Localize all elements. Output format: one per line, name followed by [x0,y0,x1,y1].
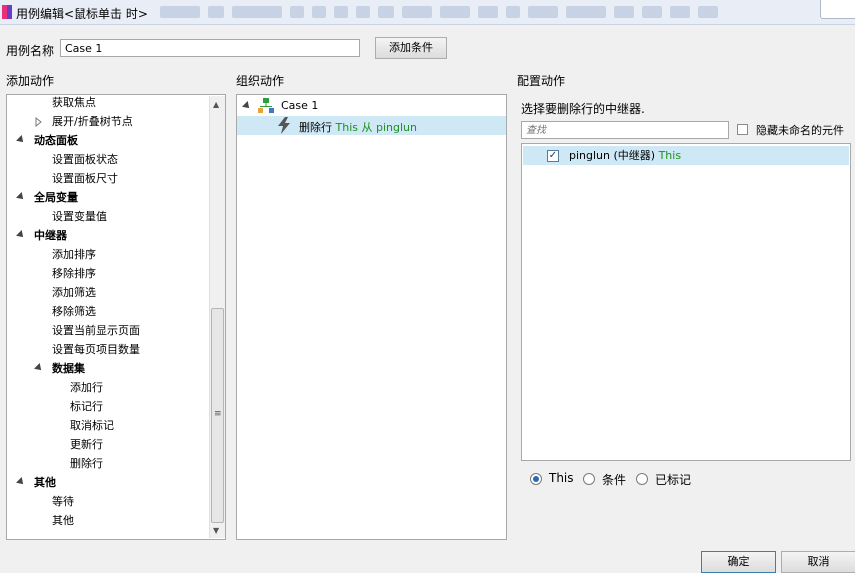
repeater-this: This [658,149,682,162]
action-label: 删除行 This 从 pinglun [299,119,417,135]
action-tree-label: 标记行 [70,400,103,413]
add-action-title: 添加动作 [6,74,55,88]
action-tree-item-delete-row[interactable]: 删除行 This 从 pinglun [237,116,506,135]
action-tree-item[interactable]: 设置面板状态 [7,150,207,169]
repeater-name: pinglun (中继器) [569,149,659,162]
action-tree-label: 设置面板状态 [52,153,118,166]
configure-prompt: 选择要删除行的中继器. [521,102,645,116]
action-tree-item[interactable]: 设置变量值 [7,207,207,226]
radio-condition-label[interactable]: 条件 [602,471,626,488]
action-tree-item[interactable]: 添加排序 [7,245,207,264]
action-tree-item[interactable]: 设置当前显示页面 [7,321,207,340]
action-tree-label: 删除行 [70,457,103,470]
action-tree-label: 全局变量 [34,191,78,204]
title-bar: 用例编辑<鼠标单击 时> [0,0,855,25]
action-tree-label: 移除筛选 [52,305,96,318]
action-tree-label: 获取焦点 [52,96,96,109]
case-name-label: 用例名称 [6,44,55,58]
radio-this-label[interactable]: This [549,471,574,485]
list-item[interactable]: ✓ pinglun (中继器) This [523,146,849,165]
action-tree-label: 等待 [52,495,74,508]
expand-arrow-icon[interactable] [16,192,26,202]
action-tree-item[interactable]: 添加行 [7,378,207,397]
action-tree-label: 设置每页项目数量 [52,343,140,356]
scroll-down-icon[interactable]: ▼ [213,526,219,535]
case-tree-label: Case 1 [281,99,319,112]
action-tree-label: 设置变量值 [52,210,107,223]
search-input[interactable] [521,121,729,139]
window-title: 用例编辑<鼠标单击 时> [16,7,148,21]
action-tree-label: 设置面板尺寸 [52,172,118,185]
close-button[interactable] [820,0,855,19]
expand-arrow-icon[interactable] [34,363,44,373]
action-tree-label: 取消标记 [70,419,114,432]
organize-action-title: 组织动作 [236,74,285,88]
action-tree-item[interactable]: 更新行 [7,435,207,454]
action-tree: 获取焦点展开/折叠树节点动态面板设置面板状态 设置面板尺寸全局变量设置变量值中继器… [6,94,226,540]
lightning-icon [278,117,290,134]
action-tree-label: 添加筛选 [52,286,96,299]
action-tree-item[interactable]: 其他 [7,511,207,530]
action-tree-label: 数据集 [52,362,85,375]
action-tree-item[interactable]: 获取焦点 [7,95,207,112]
action-tree-label: 更新行 [70,438,103,451]
radio-condition[interactable] [583,473,595,485]
background-toolbar [160,3,820,21]
case-tree-icon [258,98,274,113]
action-target: This 从 pinglun [335,121,417,134]
action-name: 删除行 [299,121,336,134]
scroll-thumb[interactable]: ≡ [211,308,224,523]
action-tree-label: 设置当前显示页面 [52,324,140,337]
ok-button[interactable]: 确定 [701,551,776,573]
action-tree-item[interactable]: 等待 [7,492,207,511]
action-tree-item[interactable]: 移除筛选 [7,302,207,321]
hide-unnamed-label: 隐藏未命名的元件 [756,124,844,137]
expand-arrow-icon[interactable] [16,230,26,240]
repeater-list: ✓ pinglun (中继器) This [521,143,851,461]
action-tree-scrollbar[interactable]: ▲ ≡ ▼ [209,96,225,538]
action-tree-item[interactable]: 展开/折叠树节点 [7,112,207,131]
action-tree-item[interactable]: 设置面板尺寸 [7,169,207,188]
action-tree-label: 移除排序 [52,267,96,280]
action-tree-item[interactable]: 动态面板 [7,131,207,150]
radio-marked-label[interactable]: 已标记 [655,471,691,488]
action-tree-item[interactable]: 移除排序 [7,264,207,283]
action-tree-item[interactable]: 标记行 [7,397,207,416]
action-tree-label: 动态面板 [34,134,78,147]
action-tree-item[interactable]: 删除行 [7,454,207,473]
radio-this[interactable] [530,473,542,485]
cancel-button[interactable]: 取消 [781,551,855,573]
expand-arrow-icon[interactable] [16,135,26,145]
action-tree-item[interactable]: 设置每页项目数量 [7,340,207,359]
action-tree-label: 其他 [34,476,56,489]
action-tree-item[interactable]: 取消标记 [7,416,207,435]
configure-action-title: 配置动作 [517,74,566,88]
scroll-up-icon[interactable]: ▲ [213,100,219,109]
app-icon [2,5,12,19]
action-tree-label: 添加行 [70,381,103,394]
action-tree-label: 其他 [52,514,74,527]
case-name-input[interactable] [60,39,360,57]
hide-unnamed-checkbox[interactable] [737,124,748,135]
add-condition-button[interactable]: 添加条件 [375,37,447,59]
action-tree-label: 中继器 [34,229,67,242]
case-tree-item[interactable]: Case 1 [237,97,506,115]
organize-action-panel: Case 1 删除行 This 从 pinglun [236,94,507,540]
repeater-label: pinglun (中继器) This [569,146,681,165]
action-tree-item[interactable]: 全局变量 [7,188,207,207]
action-tree-item[interactable]: 其他 [7,473,207,492]
radio-marked[interactable] [636,473,648,485]
expand-arrow-icon[interactable] [242,101,252,111]
action-tree-label: 添加排序 [52,248,96,261]
action-tree-item[interactable]: 数据集 [7,359,207,378]
repeater-checkbox[interactable]: ✓ [547,150,559,162]
action-tree-item[interactable]: 添加筛选 [7,283,207,302]
grip-icon: ≡ [214,409,222,419]
action-tree-label: 展开/折叠树节点 [52,115,133,128]
action-tree-item[interactable]: 中继器 [7,226,207,245]
expand-arrow-icon[interactable] [16,477,26,487]
collapse-arrow-icon[interactable] [35,117,43,127]
